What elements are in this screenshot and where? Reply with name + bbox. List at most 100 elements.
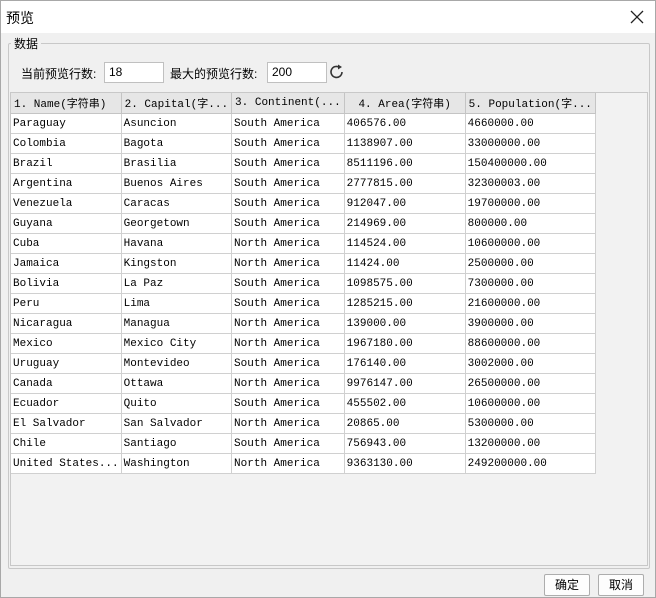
table-cell: South America [231,193,345,214]
table-row[interactable]: Canada Ottawa North America 9976147.00 26500… [11,373,596,394]
table-cell: 3900000.00 [465,313,596,334]
table-row[interactable]: Cuba Havana North America 114524.00 10600000… [11,233,596,254]
table-cell: 1967180.00 [344,333,466,354]
table-cell: 2777815.00 [344,173,466,194]
table-cell: 13200000.00 [465,433,596,454]
table-cell: 9976147.00 [344,373,466,394]
ok-button[interactable]: 确定 [544,574,590,596]
table-cell: 756943.00 [344,433,466,454]
table-row[interactable]: Brazil Brasilia South America 8511196.00 150… [11,153,596,174]
table-cell: Paraguay [11,113,122,134]
table-cell: 32300003.00 [465,173,596,194]
table-cell: Asuncion [121,113,233,134]
table-cell: United States... [11,453,122,474]
table-cell: North America [231,313,345,334]
table-cell: 455502.00 [344,393,466,414]
table-cell: North America [231,373,345,394]
table-cell: 11424.00 [344,253,466,274]
table-cell: 912047.00 [344,193,466,214]
table-cell: 7300000.00 [465,273,596,294]
table-row[interactable]: Uruguay Montevideo South America 176140.00 3… [11,353,596,374]
table-cell: North America [231,333,345,354]
table-cell: Argentina [11,173,122,194]
column-header-area[interactable]: 4. Area(字符串) [344,93,466,114]
table-cell: South America [231,433,345,454]
table-cell: 20865.00 [344,413,466,434]
column-header-population[interactable]: 5. Population(字... [465,93,596,114]
table-row[interactable]: Argentina Buenos Aires South America 277781… [11,173,596,194]
table-cell: South America [231,273,345,294]
table-cell: 10600000.00 [465,233,596,254]
table-cell: South America [231,133,345,154]
table-row[interactable]: Peru Lima South America 1285215.00 21600000.… [11,293,596,314]
table-row[interactable]: Paraguay Asuncion South America 406576.00 46… [11,113,596,134]
table-cell: North America [231,253,345,274]
table-cell: 139000.00 [344,313,466,334]
table-cell: 5300000.00 [465,413,596,434]
table-cell: Bagota [121,133,233,154]
table-row[interactable]: El Salvador San Salvador North America 2086… [11,413,596,434]
table-cell: Nicaragua [11,313,122,334]
table-cell: Georgetown [121,213,233,234]
table-cell: Bolivia [11,273,122,294]
table-row[interactable]: Guyana Georgetown South America 214969.00 80… [11,213,596,234]
data-grid[interactable]: 1. Name(字符串) 2. Capital(字... 3. Continen… [10,92,648,566]
table-cell: 114524.00 [344,233,466,254]
table-cell: El Salvador [11,413,122,434]
preview-dialog: 预览 数据 当前预览行数: 最大的预览行数: 1. Name(字符串) 2. [0,0,656,598]
table-cell: San Salvador [121,413,233,434]
table-row[interactable]: Chile Santiago South America 756943.00 13200… [11,433,596,454]
table-cell: Venezuela [11,193,122,214]
table-cell: Chile [11,433,122,454]
preview-table: 1. Name(字符串) 2. Capital(字... 3. Continen… [11,93,596,474]
max-rows-input[interactable] [267,62,327,83]
column-header-name[interactable]: 1. Name(字符串) [11,93,122,114]
table-cell: South America [231,353,345,374]
table-cell: Havana [121,233,233,254]
table-row[interactable]: Bolivia La Paz South America 1098575.00 7300… [11,273,596,294]
table-cell: 1285215.00 [344,293,466,314]
table-row[interactable]: Colombia Bagota South America 1138907.00 330… [11,133,596,154]
table-cell: North America [231,453,345,474]
table-cell: Brasilia [121,153,233,174]
table-cell: 4660000.00 [465,113,596,134]
table-row[interactable]: Mexico Mexico City North America 1967180.00… [11,333,596,354]
refresh-icon [330,64,343,79]
current-rows-label: 当前预览行数: [21,67,97,81]
table-row[interactable]: United States... Washington North America 9… [11,453,596,474]
table-cell: Ottawa [121,373,233,394]
table-cell: Ecuador [11,393,122,414]
table-cell: South America [231,393,345,414]
column-header-capital[interactable]: 2. Capital(字... [121,93,233,114]
refresh-button[interactable] [327,62,347,82]
table-row[interactable]: Jamaica Kingston North America 11424.00 2500… [11,253,596,274]
current-rows-input[interactable] [104,62,164,83]
table-row[interactable]: Nicaragua Managua North America 139000.00 39… [11,313,596,334]
table-cell: 800000.00 [465,213,596,234]
table-cell: 3002000.00 [465,353,596,374]
table-cell: Uruguay [11,353,122,374]
table-row[interactable]: Venezuela Caracas South America 912047.00 19… [11,193,596,214]
table-cell: South America [231,113,345,134]
table-cell: 21600000.00 [465,293,596,314]
table-cell: 9363130.00 [344,453,466,474]
close-icon [630,10,644,24]
table-cell: 249200000.00 [465,453,596,474]
table-cell: 2500000.00 [465,253,596,274]
table-cell: Caracas [121,193,233,214]
table-cell: North America [231,413,345,434]
close-button[interactable] [627,7,647,27]
table-cell: Managua [121,313,233,334]
cancel-button[interactable]: 取消 [598,574,644,596]
table-cell: South America [231,153,345,174]
table-cell: Colombia [11,133,122,154]
table-cell: 214969.00 [344,213,466,234]
table-cell: Quito [121,393,233,414]
table-row[interactable]: Ecuador Quito South America 455502.00 106000… [11,393,596,414]
column-header-continent[interactable]: 3. Continent(... [231,93,345,114]
table-cell: 19700000.00 [465,193,596,214]
table-cell: South America [231,213,345,234]
table-cell: Montevideo [121,353,233,374]
table-cell: 1138907.00 [344,133,466,154]
table-cell: Jamaica [11,253,122,274]
